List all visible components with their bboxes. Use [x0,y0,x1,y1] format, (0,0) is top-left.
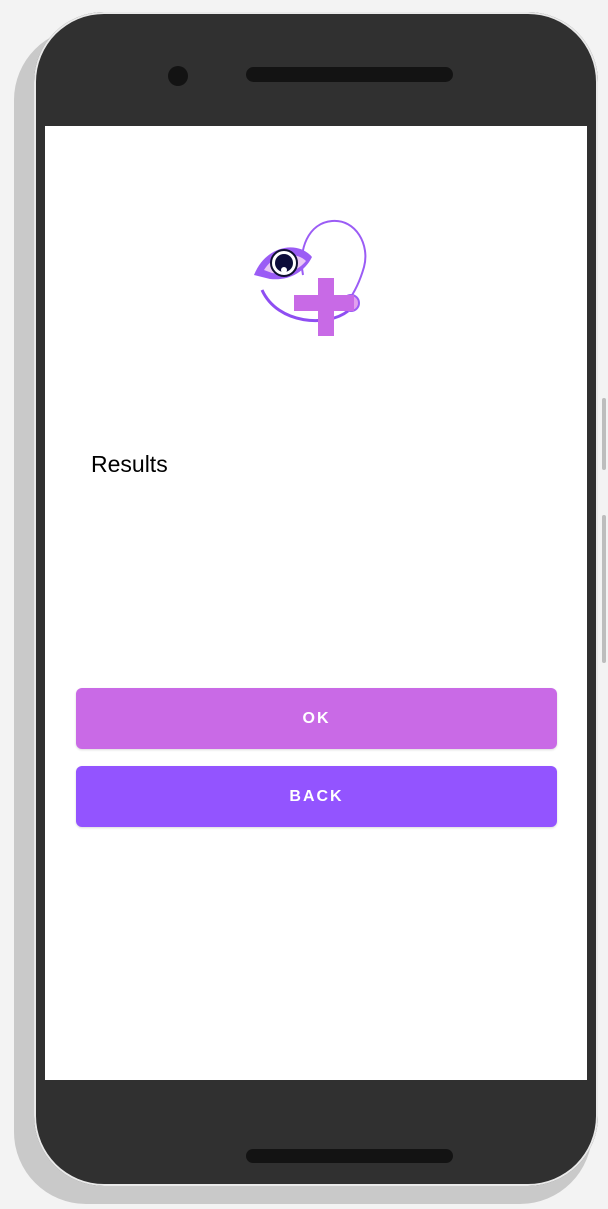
volume-button[interactable] [602,515,606,663]
top-speaker [246,67,453,82]
bottom-speaker [246,1149,453,1163]
back-button[interactable]: BACK [76,766,557,827]
camera-icon [168,66,188,86]
app-screen: Results OK BACK [45,126,587,1080]
power-button[interactable] [602,398,606,470]
results-label: Results [91,451,168,477]
eye-plus-stethoscope-logo-icon [248,215,368,340]
emulator-stage: Results OK BACK [0,0,608,1209]
ok-button[interactable]: OK [76,688,557,749]
